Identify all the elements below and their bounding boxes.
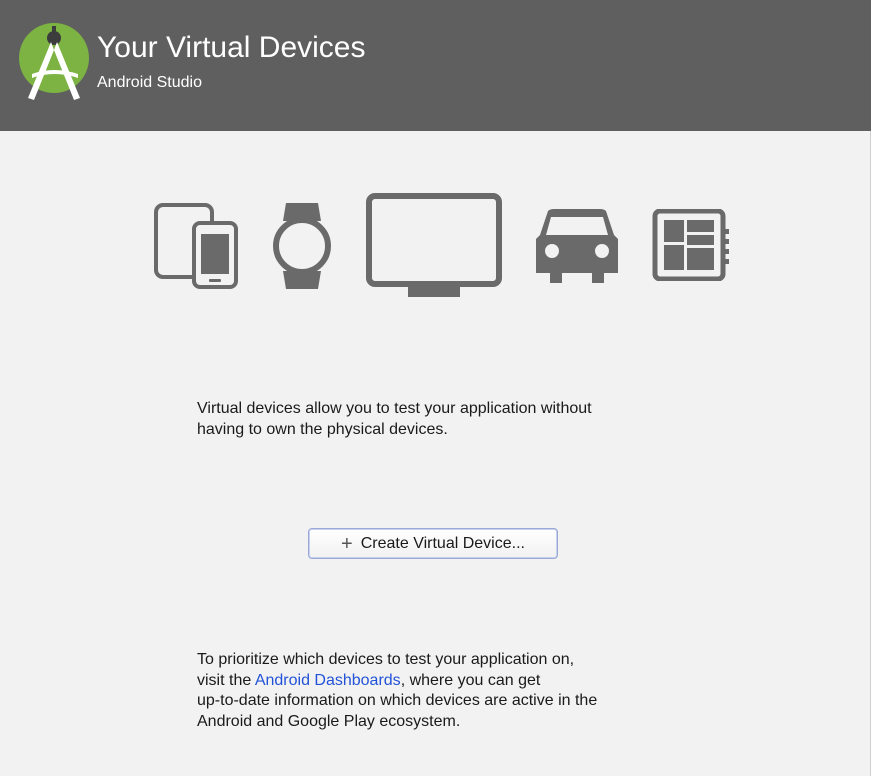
create-virtual-device-label: Create Virtual Device... xyxy=(360,534,525,552)
phone-tablet-icon xyxy=(154,203,238,289)
info-line-1: To prioritize which devices to test your… xyxy=(197,651,575,668)
info-line-3: up-to-date information on which devices … xyxy=(197,692,598,709)
info-line-2-suffix: , where you can get xyxy=(400,671,541,689)
tv-icon xyxy=(366,193,502,297)
dashboard-info-text: To prioritize which devices to test your… xyxy=(197,650,697,732)
watch-icon xyxy=(273,203,331,289)
info-line-2: visit the Android Dashboards, where you … xyxy=(197,671,697,692)
create-virtual-device-button[interactable]: + Create Virtual Device... xyxy=(308,528,558,559)
plus-icon: + xyxy=(341,532,353,555)
page-subtitle: Android Studio xyxy=(97,74,202,91)
android-studio-logo-icon xyxy=(19,23,89,100)
car-icon xyxy=(536,209,618,283)
description-line-2: having to own the physical devices. xyxy=(197,421,448,438)
description-text: Virtual devices allow you to test your a… xyxy=(197,398,677,440)
info-line-2-prefix: visit the xyxy=(197,671,255,689)
info-line-4: Android and Google Play ecosystem. xyxy=(197,712,461,730)
android-dashboards-link[interactable]: Android Dashboards xyxy=(255,672,401,689)
things-board-icon xyxy=(652,209,729,281)
description-line-1: Virtual devices allow you to test your a… xyxy=(197,400,592,417)
header-bar: Your Virtual Devices Android Studio xyxy=(0,0,871,131)
page-title: Your Virtual Devices xyxy=(97,31,366,64)
